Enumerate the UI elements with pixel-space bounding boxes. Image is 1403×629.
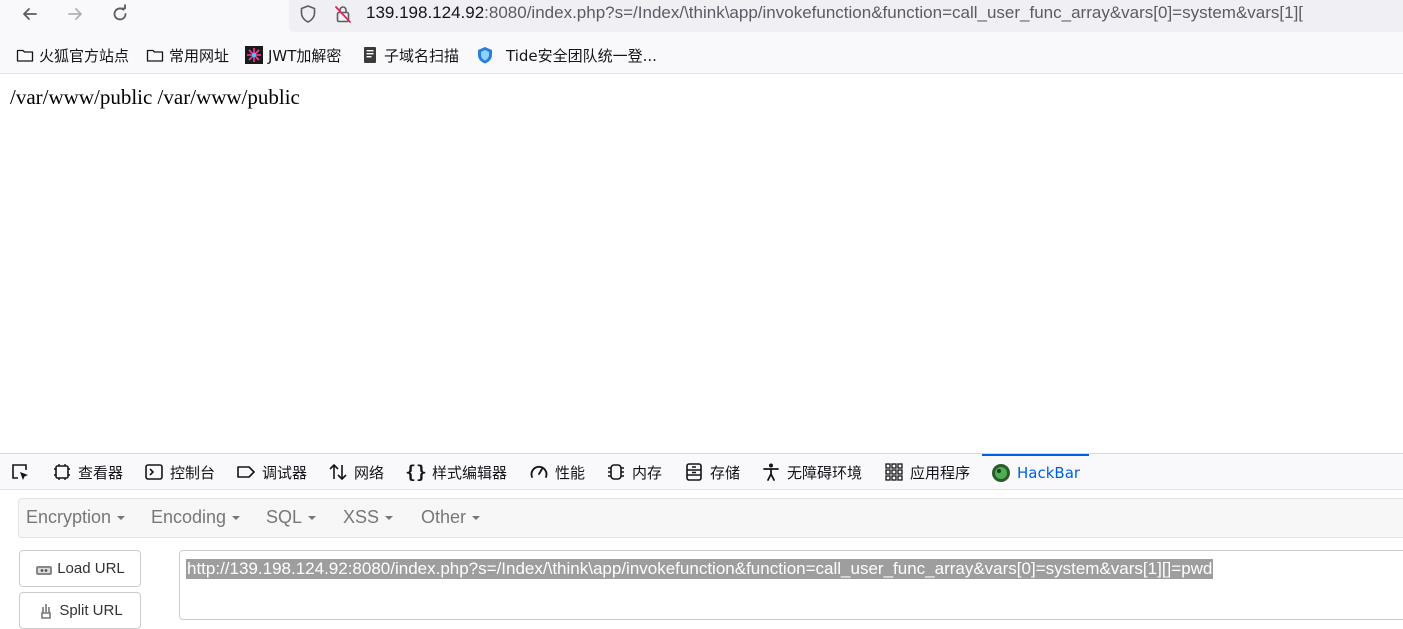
menu-label: Other — [421, 507, 467, 527]
command-output: /var/www/public /var/www/public — [10, 85, 300, 109]
tab-label: 查看器 — [78, 463, 124, 482]
caret-down-icon — [232, 516, 241, 521]
menu-other[interactable]: Other — [421, 507, 481, 528]
bookmark-tide[interactable]: Tide安全团队统一登... — [476, 45, 657, 65]
caret-down-icon — [385, 516, 394, 521]
menu-label: Encryption — [26, 507, 112, 527]
bookmark-folder-common[interactable]: 常用网址 — [146, 45, 229, 65]
braces-icon: {} — [405, 461, 427, 483]
network-icon — [328, 462, 348, 482]
hackbar-url-textarea[interactable]: http://139.198.124.92:8080/index.php?s=/… — [179, 550, 1403, 620]
back-icon — [23, 8, 37, 20]
tab-memory[interactable]: 内存 — [606, 454, 662, 490]
folder-icon — [16, 46, 34, 64]
document-icon — [361, 46, 379, 64]
console-icon — [144, 462, 164, 482]
forward-icon — [68, 8, 82, 20]
folder-icon — [146, 46, 164, 64]
tab-label: 网络 — [354, 463, 385, 482]
menu-sql[interactable]: SQL — [266, 507, 317, 528]
site-info-button[interactable] — [327, 0, 359, 28]
element-picker-icon — [10, 462, 30, 482]
tab-label: 应用程序 — [910, 463, 971, 482]
tracking-protection-button[interactable] — [292, 0, 324, 28]
bookmark-label: Tide安全团队统一登... — [506, 46, 657, 65]
tab-application[interactable]: 应用程序 — [884, 454, 970, 490]
reload-icon — [113, 4, 127, 21]
tab-storage[interactable]: 存储 — [684, 454, 740, 490]
menu-label: SQL — [266, 507, 303, 527]
shield-icon — [300, 5, 316, 23]
load-url-icon — [35, 560, 53, 578]
tab-style-editor[interactable]: {} 样式编辑器 — [405, 454, 508, 490]
tab-network[interactable]: 网络 — [328, 454, 384, 490]
devtools-panel: 查看器 控制台 调试器 网络 {} 样式编辑器 性能 内存 存储 无障碍环境 应… — [0, 453, 1403, 629]
bookmark-subdomain-scan[interactable]: 子域名扫描 — [361, 45, 459, 65]
tab-label: 存储 — [710, 463, 741, 482]
menu-label: XSS — [343, 507, 380, 527]
element-picker-button[interactable] — [10, 454, 36, 490]
menu-label: Encoding — [151, 507, 227, 527]
bookmark-folder-firefox[interactable]: 火狐官方站点 — [16, 45, 129, 65]
storage-icon — [684, 462, 704, 482]
tab-console[interactable]: 控制台 — [144, 454, 215, 490]
insecure-lock-icon — [335, 6, 351, 23]
bookmark-label: JWT加解密 — [268, 46, 342, 65]
caret-down-icon — [117, 516, 126, 521]
url-host: 139.198.124.92 — [366, 3, 485, 22]
accessibility-icon — [761, 462, 781, 482]
tab-inspector[interactable]: 查看器 — [52, 454, 123, 490]
load-url-label: Load URL — [57, 560, 125, 577]
hackbar-url-value: http://139.198.124.92:8080/index.php?s=/… — [186, 559, 1214, 579]
application-icon — [884, 462, 904, 482]
back-button[interactable] — [14, 0, 46, 28]
bookmarks-toolbar: 火狐官方站点 常用网址 JWT加解密 子域名扫描 Tide安全团队统一登... — [0, 34, 1403, 74]
hackbar-panel: Encryption Encoding SQL XSS Other Load U… — [0, 490, 1403, 629]
menu-encryption[interactable]: Encryption — [26, 507, 126, 528]
tab-label: 内存 — [632, 463, 663, 482]
tab-debugger[interactable]: 调试器 — [236, 454, 307, 490]
url-path: :8080/index.php?s=/Index/\think\app/invo… — [484, 3, 1304, 22]
tab-performance[interactable]: 性能 — [529, 454, 585, 490]
tab-label: 性能 — [555, 463, 586, 482]
hackbar-icon — [991, 463, 1011, 483]
bookmark-label: 子域名扫描 — [384, 46, 460, 65]
menu-encoding[interactable]: Encoding — [151, 507, 241, 528]
tab-hackbar[interactable]: HackBar — [982, 454, 1090, 490]
tab-label: HackBar — [1017, 464, 1081, 482]
performance-icon — [529, 462, 549, 482]
menu-xss[interactable]: XSS — [343, 507, 394, 528]
tab-label: 控制台 — [170, 463, 216, 482]
jwt-icon — [245, 46, 263, 64]
url-text[interactable]: 139.198.124.92:8080/index.php?s=/Index/\… — [366, 3, 1303, 23]
tab-label: 无障碍环境 — [787, 463, 863, 482]
inspector-icon — [52, 462, 72, 482]
navigation-bar: 139.198.124.92:8080/index.php?s=/Index/\… — [0, 0, 1403, 34]
page-content: /var/www/public /var/www/public — [0, 75, 1403, 453]
debugger-icon — [236, 462, 256, 482]
forward-button[interactable] — [59, 0, 91, 28]
tab-label: 样式编辑器 — [432, 463, 508, 482]
memory-icon — [606, 462, 626, 482]
bookmark-jwt[interactable]: JWT加解密 — [245, 45, 341, 65]
bookmark-label: 火狐官方站点 — [39, 46, 130, 65]
caret-down-icon — [308, 516, 317, 521]
tide-shield-icon — [476, 46, 494, 64]
tab-accessibility[interactable]: 无障碍环境 — [761, 454, 862, 490]
hackbar-menu: Encryption Encoding SQL XSS Other — [18, 498, 1403, 538]
reload-button[interactable] — [104, 0, 136, 28]
caret-down-icon — [472, 516, 481, 521]
load-url-button[interactable]: Load URL — [19, 550, 141, 587]
tab-label: 调试器 — [262, 463, 308, 482]
devtools-tabbar: 查看器 控制台 调试器 网络 {} 样式编辑器 性能 内存 存储 无障碍环境 应… — [0, 454, 1403, 490]
bookmark-label: 常用网址 — [169, 46, 230, 65]
